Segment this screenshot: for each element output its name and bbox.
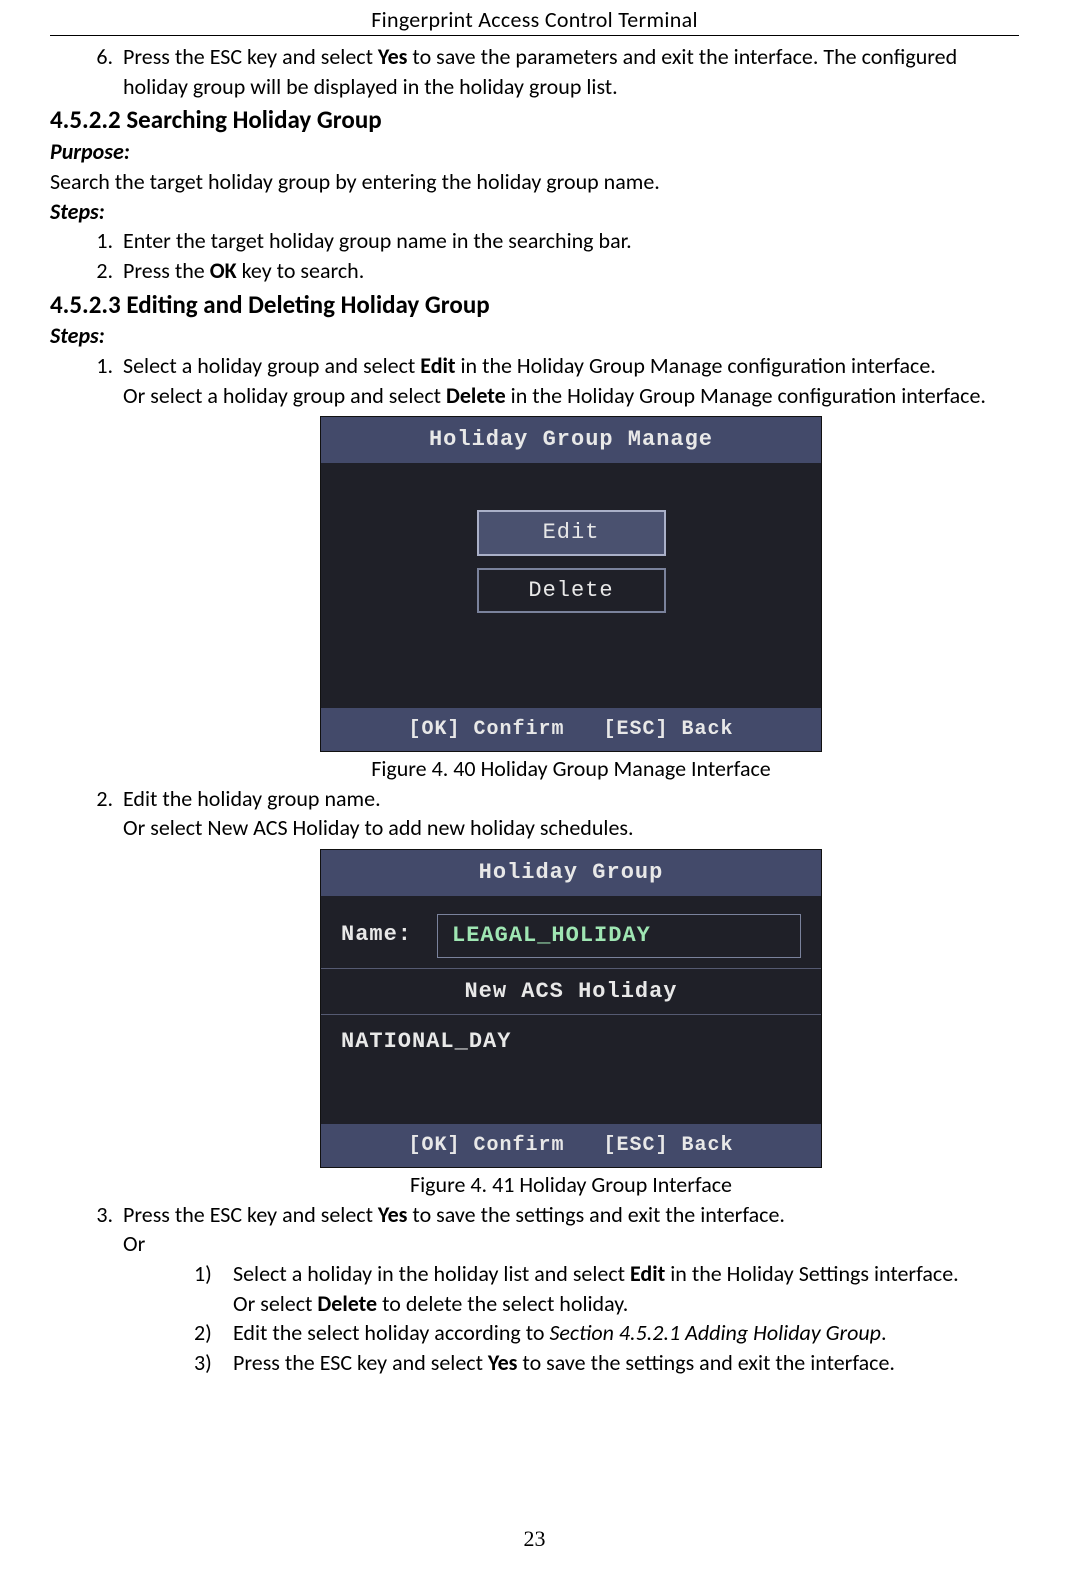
text: Press the ESC key and select: [123, 43, 378, 70]
terminal-body: Edit Delete: [321, 463, 821, 708]
figure-4-41: Holiday Group Name: LEAGAL_HOLIDAY New A…: [123, 849, 1019, 1199]
text: Press the ESC key and select: [123, 1201, 378, 1228]
text: to save the settings and exit the interf…: [517, 1349, 895, 1376]
ok-confirm-hint: [OK] Confirm: [408, 718, 564, 741]
caption-text: Holiday Group Manage Interface: [476, 755, 771, 782]
text: to delete the select holiday.: [377, 1290, 628, 1317]
text: in the Holiday Group Manage configuratio…: [506, 382, 986, 409]
sub-step-3: Press the ESC key and select Yes to save…: [228, 1348, 1019, 1378]
ok-confirm-hint: [OK] Confirm: [408, 1134, 564, 1157]
text: Press the: [123, 257, 210, 284]
text: Enter the target holiday group name in t…: [123, 227, 632, 254]
yes-bold: Yes: [488, 1349, 518, 1376]
edit-bold: Edit: [420, 352, 455, 379]
esc-back-hint: [ESC] Back: [604, 1134, 734, 1157]
text: Select a holiday in the holiday list and…: [233, 1260, 630, 1287]
search-step-2: Press the OK key to search.: [118, 256, 1019, 286]
delete-bold: Delete: [446, 382, 506, 409]
text: key to search.: [237, 257, 365, 284]
ok-bold: OK: [210, 257, 237, 284]
section-heading-search: 4.5.2.2 Searching Holiday Group: [50, 103, 1019, 137]
page-header: Fingerprint Access Control Terminal: [50, 0, 1019, 36]
edit-button[interactable]: Edit: [477, 510, 666, 556]
figure-caption: Figure 4. 40 Holiday Group Manage Interf…: [123, 754, 1019, 784]
name-input[interactable]: LEAGAL_HOLIDAY: [437, 914, 801, 958]
terminal-body: Name: LEAGAL_HOLIDAY New ACS Holiday NAT…: [321, 896, 821, 1124]
caption-text: Holiday Group Interface: [514, 1171, 732, 1198]
delete-button[interactable]: Delete: [477, 568, 666, 614]
steps-label: Steps:: [50, 197, 1019, 227]
sub-step-2: Edit the select holiday according to Sec…: [228, 1318, 1019, 1348]
terminal-title: Holiday Group: [321, 850, 821, 896]
text: Edit the select holiday according to: [233, 1319, 549, 1346]
text: Or select New ACS Holiday to add new hol…: [123, 813, 1019, 843]
text: Press the ESC key and select: [233, 1349, 488, 1376]
name-label: Name:: [341, 914, 437, 958]
caption-number: Figure 4. 40: [371, 755, 475, 782]
terminal-footer: [OK] Confirm [ESC] Back: [321, 1124, 821, 1167]
or-text: Or: [123, 1229, 1019, 1259]
figure-caption: Figure 4. 41 Holiday Group Interface: [123, 1170, 1019, 1200]
edit-steps-list: Select a holiday group and select Edit i…: [50, 351, 1019, 1378]
name-row: Name: LEAGAL_HOLIDAY: [321, 914, 821, 958]
text: to save the settings and exit the interf…: [407, 1201, 785, 1228]
purpose-label: Purpose:: [50, 137, 1019, 167]
steps-label: Steps:: [50, 321, 1019, 351]
text: .: [881, 1319, 887, 1346]
delete-bold: Delete: [317, 1290, 377, 1317]
search-steps-list: Enter the target holiday group name in t…: [50, 226, 1019, 285]
terminal-screen-manage: Holiday Group Manage Edit Delete [OK] Co…: [320, 416, 822, 752]
section-heading-edit: 4.5.2.3 Editing and Deleting Holiday Gro…: [50, 288, 1019, 322]
purpose-text: Search the target holiday group by enter…: [50, 167, 1019, 197]
esc-back-hint: [ESC] Back: [604, 718, 734, 741]
figure-4-40: Holiday Group Manage Edit Delete [OK] Co…: [123, 416, 1019, 783]
terminal-footer: [OK] Confirm [ESC] Back: [321, 708, 821, 751]
page-content: Press the ESC key and select Yes to save…: [50, 36, 1019, 1378]
edit-bold: Edit: [630, 1260, 665, 1287]
yes-bold: Yes: [378, 1201, 408, 1228]
page-number: 23: [0, 1526, 1069, 1552]
text: in the Holiday Settings interface.: [665, 1260, 958, 1287]
text: Or select: [233, 1290, 317, 1317]
edit-step-2: Edit the holiday group name. Or select N…: [118, 784, 1019, 1200]
text: Select a holiday group and select: [123, 352, 420, 379]
text: Edit the holiday group name.: [123, 784, 1019, 814]
terminal-title: Holiday Group Manage: [321, 417, 821, 463]
terminal-screen-group: Holiday Group Name: LEAGAL_HOLIDAY New A…: [320, 849, 822, 1168]
new-acs-holiday-button[interactable]: New ACS Holiday: [321, 968, 821, 1016]
intro-steps-list: Press the ESC key and select Yes to save…: [50, 42, 1019, 101]
sub-step-1: Select a holiday in the holiday list and…: [228, 1259, 1019, 1318]
edit-step-3: Press the ESC key and select Yes to save…: [118, 1200, 1019, 1378]
section-ref: Section 4.5.2.1 Adding Holiday Group: [549, 1319, 881, 1346]
holiday-list-item[interactable]: NATIONAL_DAY: [321, 1023, 821, 1061]
caption-number: Figure 4. 41: [410, 1171, 514, 1198]
text: Or select a holiday group and select: [123, 382, 446, 409]
yes-bold: Yes: [378, 43, 408, 70]
search-step-1: Enter the target holiday group name in t…: [118, 226, 1019, 256]
text: in the Holiday Group Manage configuratio…: [456, 352, 936, 379]
sub-steps-list: Select a holiday in the holiday list and…: [123, 1259, 1019, 1378]
edit-step-1: Select a holiday group and select Edit i…: [118, 351, 1019, 784]
intro-step-6: Press the ESC key and select Yes to save…: [118, 42, 1019, 101]
